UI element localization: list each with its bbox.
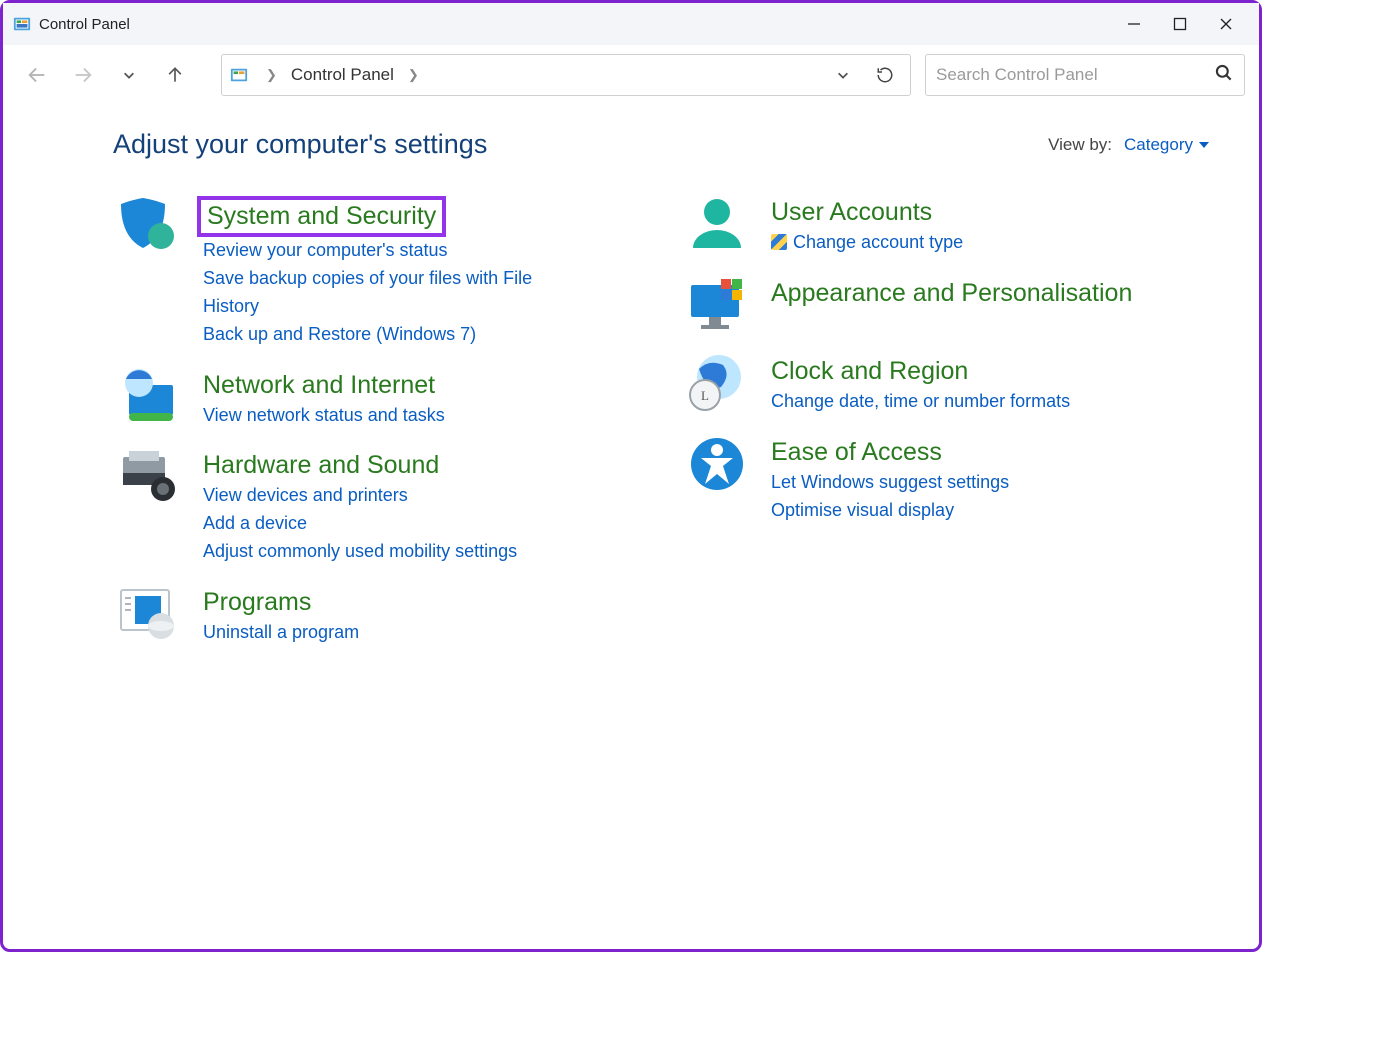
category-link[interactable]: Optimise visual display	[771, 497, 1009, 525]
category-link[interactable]: Adjust commonly used mobility settings	[203, 538, 517, 566]
nav-toolbar: ❯ Control Panel ❯	[3, 45, 1259, 105]
printer-camera-icon	[113, 447, 185, 507]
category-column-right: User Accounts Change account type	[681, 194, 1209, 665]
chevron-right-icon: ❯	[264, 67, 279, 83]
refresh-button[interactable]	[868, 58, 902, 92]
forward-button[interactable]	[63, 55, 103, 95]
chevron-right-icon[interactable]: ❯	[406, 67, 421, 83]
category-system-and-security: System and Security Review your computer…	[113, 194, 641, 349]
programs-icon	[113, 584, 185, 644]
category-title[interactable]: Hardware and Sound	[197, 449, 445, 482]
titlebar: Control Panel	[3, 3, 1259, 45]
viewby-value: Category	[1124, 135, 1193, 155]
close-button[interactable]	[1203, 8, 1249, 40]
category-title[interactable]: User Accounts	[765, 196, 938, 229]
category-link[interactable]: Back up and Restore (Windows 7)	[203, 321, 553, 349]
category-hardware-and-sound: Hardware and Sound View devices and prin…	[113, 447, 641, 566]
category-link[interactable]: View network status and tasks	[203, 402, 445, 430]
category-link[interactable]: Add a device	[203, 510, 517, 538]
address-dropdown-button[interactable]	[826, 58, 860, 92]
category-link[interactable]: Let Windows suggest settings	[771, 469, 1009, 497]
search-box[interactable]	[925, 54, 1245, 96]
category-title[interactable]: Ease of Access	[765, 436, 948, 469]
category-clock-and-region: L Clock and Region Change date, time or …	[681, 353, 1209, 416]
category-user-accounts: User Accounts Change account type	[681, 194, 1209, 257]
up-button[interactable]	[155, 55, 195, 95]
category-link[interactable]: View devices and printers	[203, 482, 517, 510]
search-icon[interactable]	[1214, 63, 1234, 88]
category-ease-of-access: Ease of Access Let Windows suggest setti…	[681, 434, 1209, 525]
maximize-button[interactable]	[1157, 8, 1203, 40]
category-title[interactable]: Programs	[197, 586, 317, 619]
recent-dropdown-button[interactable]	[109, 55, 149, 95]
svg-text:L: L	[701, 388, 709, 403]
category-appearance-and-personalisation: Appearance and Personalisation	[681, 275, 1209, 335]
back-button[interactable]	[17, 55, 57, 95]
address-bar[interactable]: ❯ Control Panel ❯	[221, 54, 911, 96]
viewby-label: View by:	[1048, 135, 1112, 155]
app-icon	[13, 15, 31, 33]
viewby-dropdown[interactable]: Category	[1124, 135, 1209, 155]
category-link[interactable]: Change account type	[771, 229, 963, 257]
category-title[interactable]: Network and Internet	[197, 369, 441, 402]
search-input[interactable]	[936, 65, 1208, 85]
category-link[interactable]: Uninstall a program	[203, 619, 359, 647]
user-accounts-icon	[681, 194, 753, 254]
breadcrumb-control-panel[interactable]: Control Panel	[287, 65, 398, 85]
content-area: Adjust your computer's settings View by:…	[3, 105, 1259, 665]
window-title: Control Panel	[39, 16, 130, 33]
category-title[interactable]: Appearance and Personalisation	[765, 277, 1138, 310]
category-link[interactable]: Review your computer's status	[203, 237, 553, 265]
minimize-button[interactable]	[1111, 8, 1157, 40]
category-column-left: System and Security Review your computer…	[113, 194, 641, 665]
category-link[interactable]: Save backup copies of your files with Fi…	[203, 265, 553, 321]
category-programs: Programs Uninstall a program	[113, 584, 641, 647]
category-title[interactable]: Clock and Region	[765, 355, 974, 388]
address-icon	[230, 66, 248, 84]
appearance-icon	[681, 275, 753, 335]
network-globe-icon	[113, 367, 185, 427]
clock-globe-icon: L	[681, 353, 753, 413]
shield-security-icon	[113, 194, 185, 254]
category-link[interactable]: Change date, time or number formats	[771, 388, 1070, 416]
viewby-control: View by: Category	[1048, 135, 1209, 155]
ease-of-access-icon	[681, 434, 753, 494]
category-title[interactable]: System and Security	[197, 196, 446, 237]
category-network-and-internet: Network and Internet View network status…	[113, 367, 641, 430]
page-title: Adjust your computer's settings	[113, 129, 487, 160]
